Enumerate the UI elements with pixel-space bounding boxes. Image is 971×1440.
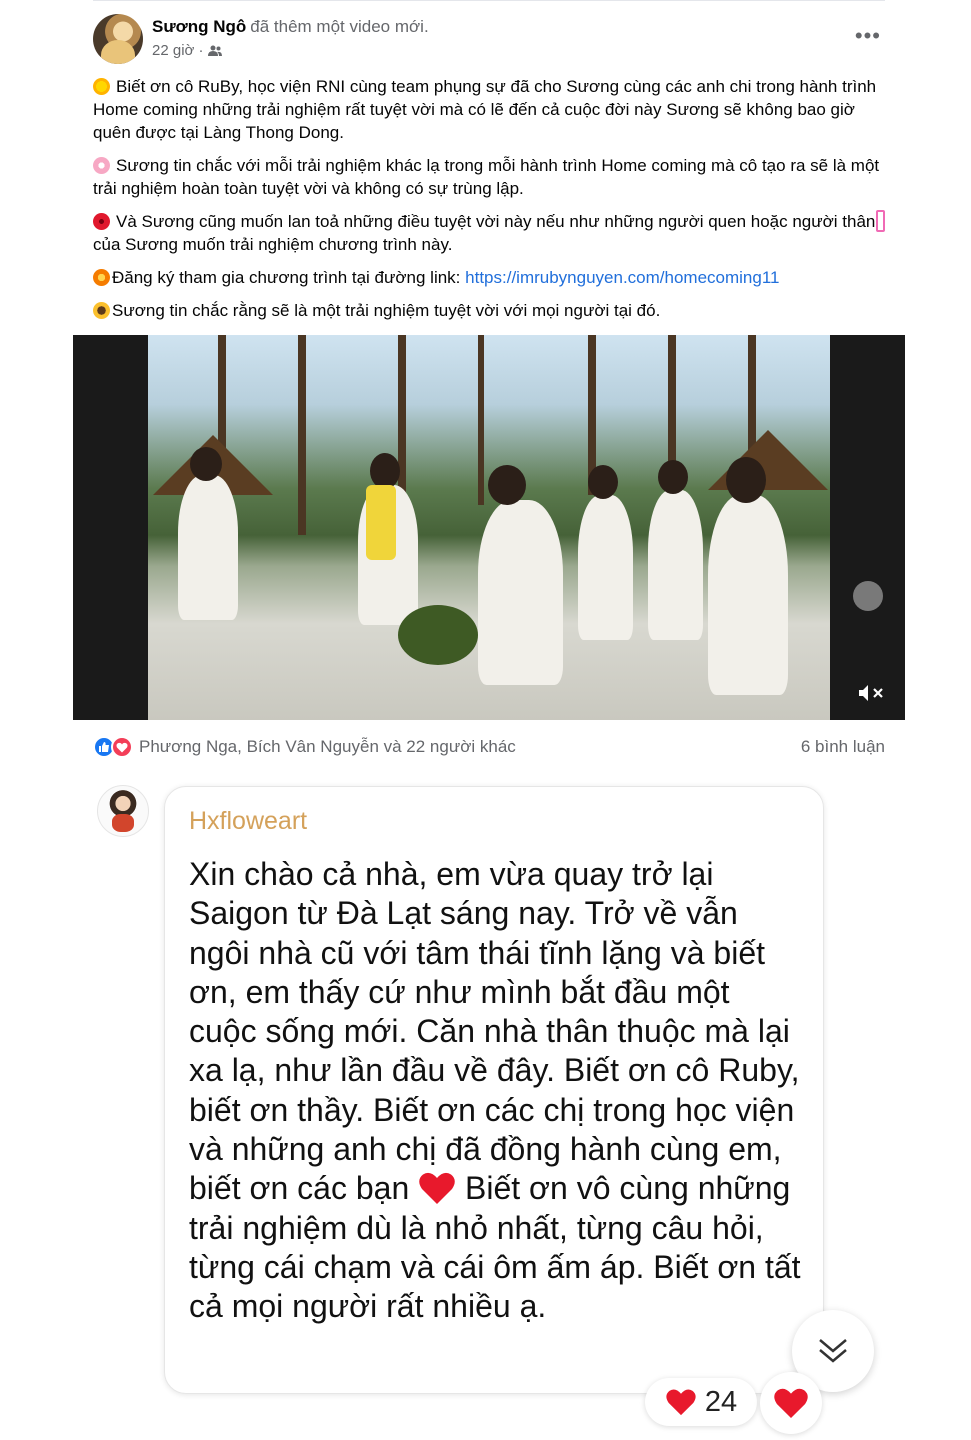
comment-text: Xin chào cả nhà, em vừa quay trở lại Sai… [189, 856, 801, 1325]
cherry-blossom-icon [93, 157, 110, 174]
text-cursor-marker [876, 210, 886, 232]
comment-bubble: Hxfloweart Xin chào cả nhà, em vừa quay … [164, 786, 824, 1394]
post-meta: 22 giờ · [152, 42, 222, 59]
divider [93, 0, 885, 1]
commenter-avatar[interactable] [97, 785, 149, 837]
blossom-icon [93, 269, 110, 286]
post-paragraph: Và Sương cũng muốn lan toả những điều tu… [93, 210, 888, 256]
video-player[interactable] [73, 335, 905, 720]
registration-link[interactable]: https://imrubynguyen.com/homecoming11 [465, 268, 779, 287]
heart-react-button[interactable] [760, 1372, 822, 1434]
reaction-count: 24 [704, 1385, 738, 1418]
comment-author[interactable]: Hxfloweart [189, 807, 307, 836]
heart-icon [774, 1388, 808, 1419]
post-paragraph: Biết ơn cô RuBy, học viện RNI cùng team … [93, 77, 877, 142]
mute-icon[interactable] [857, 683, 885, 703]
sun-icon [93, 78, 110, 95]
post-timestamp[interactable]: 22 giờ · [152, 42, 204, 59]
heart-icon [666, 1389, 696, 1416]
hibiscus-icon [93, 213, 110, 230]
reaction-summary[interactable]: Phương Nga, Bích Vân Nguyễn và 22 người … [93, 736, 516, 758]
post-text: Biết ơn cô RuBy, học viện RNI cùng team … [93, 75, 888, 332]
post-paragraph: Đăng ký tham gia chương trình tại đường … [93, 266, 888, 289]
post-paragraph: Sương tin chắc rằng sẽ là một trải nghiệ… [93, 299, 888, 322]
more-options-button[interactable]: ••• [855, 25, 881, 47]
video-control-dot[interactable] [853, 581, 883, 611]
double-chevron-down-icon [819, 1339, 847, 1363]
post-header: Sương Ngô đã thêm một video mới. [152, 17, 429, 37]
author-avatar[interactable] [93, 14, 143, 64]
heart-icon [419, 1173, 455, 1205]
post-paragraph: Sương tin chắc với mỗi trải nghiệm khác … [93, 156, 880, 198]
sunflower-icon [93, 302, 110, 319]
author-action: đã thêm một video mới. [250, 17, 429, 36]
reactions-bar: Phương Nga, Bích Vân Nguyễn và 22 người … [93, 734, 885, 760]
video-frame[interactable] [148, 335, 830, 720]
author-name[interactable]: Sương Ngô [152, 17, 246, 36]
love-icon [111, 736, 133, 758]
heart-reaction-count[interactable]: 24 [645, 1378, 757, 1426]
post-card: Sương Ngô đã thêm một video mới. 22 giờ ·… [73, 0, 905, 773]
comments-count[interactable]: 6 bình luận [801, 737, 885, 757]
reactors-text[interactable]: Phương Nga, Bích Vân Nguyễn và 22 người … [139, 737, 516, 757]
friends-audience-icon [207, 45, 222, 56]
